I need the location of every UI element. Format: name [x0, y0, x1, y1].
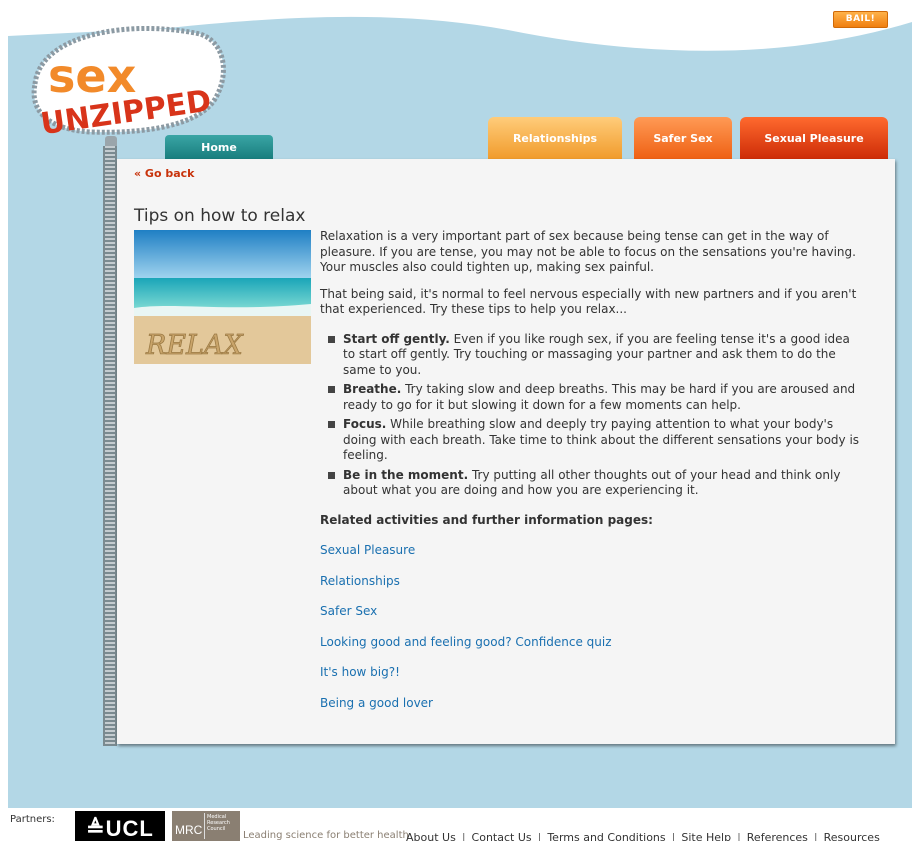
footer-link-references[interactable]: References: [747, 831, 808, 841]
footer-link-site-help[interactable]: Site Help: [681, 831, 731, 841]
mrc-tagline: Leading science for better health: [243, 830, 409, 841]
footer-links: About Us | Contact Us | Terms and Conditions…: [406, 831, 880, 841]
intro-paragraph-2: That being said, it's normal to feel ner…: [320, 286, 857, 317]
square-bullet-icon: [328, 335, 335, 343]
square-bullet-icon: [328, 386, 335, 393]
square-bullet-icon: [328, 421, 335, 428]
go-back-link[interactable]: « Go back: [134, 167, 194, 180]
related-links-list: Sexual Pleasure Relationships Safer Sex …: [320, 543, 860, 711]
partners-label: Partners:: [10, 814, 55, 825]
related-link-sexual-pleasure[interactable]: Sexual Pleasure: [320, 543, 415, 557]
svg-text:RELAX: RELAX: [145, 330, 244, 361]
list-item: Breathe. Try taking slow and deep breath…: [328, 382, 860, 413]
page-title: Tips on how to relax: [134, 206, 306, 226]
footer-link-about-us[interactable]: About Us: [406, 831, 456, 841]
bail-button[interactable]: BAIL!: [833, 11, 888, 28]
list-item: Be in the moment. Try putting all other …: [328, 468, 860, 499]
tab-safer-sex[interactable]: Safer Sex: [634, 117, 732, 160]
mrc-logo-text: MRC: [175, 823, 203, 837]
footer-link-terms[interactable]: Terms and Conditions: [547, 831, 665, 841]
tips-list: Start off gently. Even if you like rough…: [328, 332, 860, 499]
separator: |: [737, 831, 741, 841]
ucl-logo[interactable]: ≜UCL: [75, 811, 165, 841]
related-heading: Related activities and further informati…: [320, 512, 653, 527]
mrc-logo[interactable]: MRC Medical Research Council: [172, 811, 240, 841]
list-item: Start off gently. Even if you like rough…: [328, 332, 860, 379]
square-bullet-icon: [328, 471, 335, 479]
related-link-its-how-big[interactable]: It's how big?!: [320, 665, 400, 679]
tab-home[interactable]: Home: [165, 135, 273, 160]
tab-relationships[interactable]: Relationships: [488, 117, 622, 160]
article-content: Relaxation is a very important part of s…: [320, 229, 860, 726]
relax-beach-image: RELAX: [134, 230, 311, 364]
related-link-safer-sex[interactable]: Safer Sex: [320, 604, 377, 618]
zipper-edge: [103, 146, 117, 746]
related-link-relationships[interactable]: Relationships: [320, 574, 400, 588]
separator: |: [813, 831, 818, 841]
tab-sexual-pleasure[interactable]: Sexual Pleasure: [740, 117, 888, 160]
related-link-good-lover[interactable]: Being a good lover: [320, 696, 433, 710]
related-link-confidence-quiz[interactable]: Looking good and feeling good? Confidenc…: [320, 635, 612, 649]
footer-link-contact-us[interactable]: Contact Us: [472, 831, 532, 841]
mrc-logo-subtext: Medical Research Council: [207, 814, 230, 832]
mrc-divider: [204, 813, 205, 839]
intro-paragraph-1: Relaxation is a very important part of s…: [320, 229, 856, 274]
separator: |: [537, 831, 542, 841]
footer-link-resources[interactable]: Resources: [824, 831, 880, 841]
list-item: Focus. While breathing slow and deeply t…: [328, 417, 860, 464]
separator: |: [461, 831, 466, 841]
separator: |: [671, 831, 676, 841]
